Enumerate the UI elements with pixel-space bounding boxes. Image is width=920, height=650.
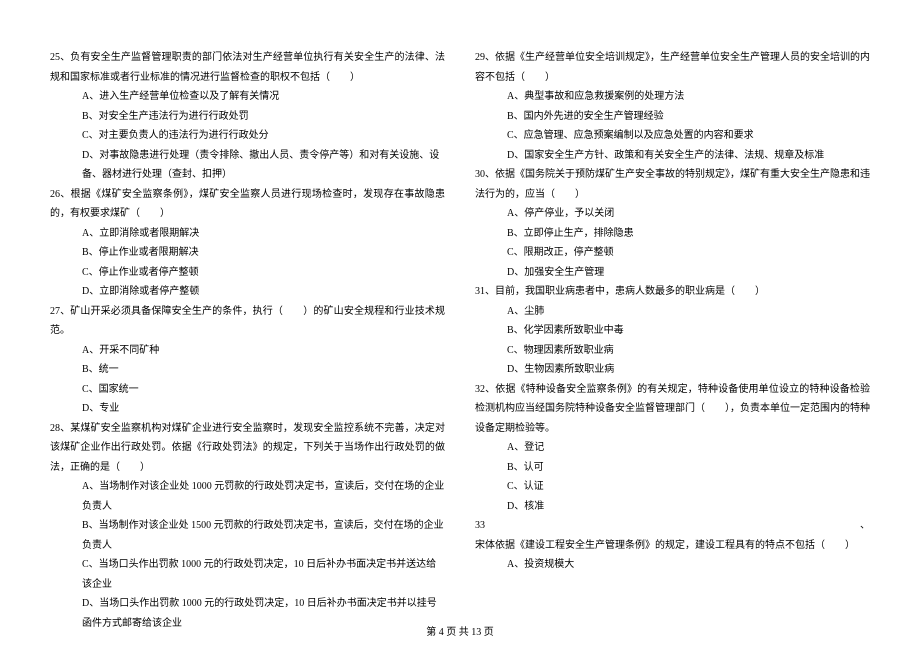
question-32: 32、依据《特种设备安全监察条例》的有关规定，特种设备使用单位设立的特种设备检验… [475, 380, 870, 517]
right-column: 29、依据《生产经营单位安全培训规定》，生产经营单位安全生产管理人员的安全培训的… [475, 48, 870, 608]
question-text: 25、负有安全生产监督管理职责的部门依法对生产经营单位执行有关安全生产的法律、法… [50, 48, 445, 87]
option-a: A、开采不同矿种 [50, 341, 445, 361]
option-b: B、国内外先进的安全生产管理经验 [475, 107, 870, 127]
question-text: 32、依据《特种设备安全监察条例》的有关规定，特种设备使用单位设立的特种设备检验… [475, 380, 870, 439]
question-num: 25、 [50, 52, 70, 63]
question-31: 31、目前，我国职业病患者中，患病人数最多的职业病是（ ） A、尘肺 B、化学因… [475, 282, 870, 380]
question-body: 根据《煤矿安全监察条例》，煤矿安全监察人员进行现场检查时，发现存在事故隐患的，有… [50, 189, 445, 220]
option-c: C、国家统一 [50, 380, 445, 400]
question-num: 33、 [475, 520, 870, 531]
question-28: 28、某煤矿安全监察机构对煤矿企业进行安全监察时，发现安全监控系统不完善，决定对… [50, 419, 445, 634]
question-body: 依据《国务院关于预防煤矿生产安全事故的特别规定》，煤矿有重大安全生产隐患和违法行… [475, 169, 870, 200]
question-num: 30、 [475, 169, 495, 180]
question-body: 某煤矿安全监察机构对煤矿企业进行安全监察时，发现安全监控系统不完善，决定对该煤矿… [50, 423, 445, 473]
option-a: A、投资规模大 [475, 555, 870, 575]
question-26: 26、根据《煤矿安全监察条例》，煤矿安全监察人员进行现场检查时，发现存在事故隐患… [50, 185, 445, 302]
option-b: B、化学因素所致职业中毒 [475, 321, 870, 341]
option-d: D、生物因素所致职业病 [475, 360, 870, 380]
question-text: 26、根据《煤矿安全监察条例》，煤矿安全监察人员进行现场检查时，发现存在事故隐患… [50, 185, 445, 224]
option-a: A、停产停业，予以关闭 [475, 204, 870, 224]
option-c: C、限期改正，停产整顿 [475, 243, 870, 263]
option-d: D、专业 [50, 399, 445, 419]
question-text: 28、某煤矿安全监察机构对煤矿企业进行安全监察时，发现安全监控系统不完善，决定对… [50, 419, 445, 478]
question-25: 25、负有安全生产监督管理职责的部门依法对生产经营单位执行有关安全生产的法律、法… [50, 48, 445, 185]
question-text: 27、矿山开采必须具备保障安全生产的条件，执行（ ）的矿山安全规程和行业技术规范… [50, 302, 445, 341]
option-d: D、加强安全生产管理 [475, 263, 870, 283]
option-b: B、统一 [50, 360, 445, 380]
option-d: D、核准 [475, 497, 870, 517]
question-27: 27、矿山开采必须具备保障安全生产的条件，执行（ ）的矿山安全规程和行业技术规范… [50, 302, 445, 419]
question-body: 负有安全生产监督管理职责的部门依法对生产经营单位执行有关安全生产的法律、法规和国… [50, 52, 445, 83]
option-a: A、尘肺 [475, 302, 870, 322]
question-body: 依据《特种设备安全监察条例》的有关规定，特种设备使用单位设立的特种设备检验检测机… [475, 384, 870, 434]
option-b: B、当场制作对该企业处 1500 元罚款的行政处罚决定书，宣读后，交付在场的企业… [50, 516, 445, 555]
question-text: 29、依据《生产经营单位安全培训规定》，生产经营单位安全生产管理人员的安全培训的… [475, 48, 870, 87]
question-num: 28、 [50, 423, 70, 434]
option-b: B、认可 [475, 458, 870, 478]
option-c: C、对主要负责人的违法行为进行行政处分 [50, 126, 445, 146]
option-a: A、立即消除或者限期解决 [50, 224, 445, 244]
option-c: C、物理因素所致职业病 [475, 341, 870, 361]
option-c: C、认证 [475, 477, 870, 497]
option-a: A、进入生产经营单位检查以及了解有关情况 [50, 87, 445, 107]
option-b: B、对安全生产违法行为进行行政处罚 [50, 107, 445, 127]
question-num: 29、 [475, 52, 495, 63]
question-text: 30、依据《国务院关于预防煤矿生产安全事故的特别规定》，煤矿有重大安全生产隐患和… [475, 165, 870, 204]
question-text: 33、宋体依据《建设工程安全生产管理条例》的规定，建设工程具有的特点不包括（ ） [475, 516, 870, 555]
question-body: 依据《生产经营单位安全培训规定》，生产经营单位安全生产管理人员的安全培训的内容不… [475, 52, 870, 83]
page-footer: 第 4 页 共 13 页 [0, 623, 920, 638]
question-body: 矿山开采必须具备保障安全生产的条件，执行（ ）的矿山安全规程和行业技术规范。 [50, 306, 445, 337]
question-num: 32、 [475, 384, 495, 395]
option-b: B、停止作业或者限期解决 [50, 243, 445, 263]
option-d: D、立即消除或者停产整顿 [50, 282, 445, 302]
question-body: 宋体依据《建设工程安全生产管理条例》的规定，建设工程具有的特点不包括（ ） [475, 540, 855, 551]
option-c: C、应急管理、应急预案编制以及应急处置的内容和要求 [475, 126, 870, 146]
question-text: 31、目前，我国职业病患者中，患病人数最多的职业病是（ ） [475, 282, 870, 302]
question-33: 33、宋体依据《建设工程安全生产管理条例》的规定，建设工程具有的特点不包括（ ）… [475, 516, 870, 575]
page-content: 25、负有安全生产监督管理职责的部门依法对生产经营单位执行有关安全生产的法律、法… [50, 48, 870, 608]
option-d: D、对事故隐患进行处理（责令排除、撤出人员、责令停产等）和对有关设施、设备、器材… [50, 146, 445, 185]
question-30: 30、依据《国务院关于预防煤矿生产安全事故的特别规定》，煤矿有重大安全生产隐患和… [475, 165, 870, 282]
left-column: 25、负有安全生产监督管理职责的部门依法对生产经营单位执行有关安全生产的法律、法… [50, 48, 445, 608]
option-c: C、当场口头作出罚款 1000 元的行政处罚决定，10 日后补办书面决定书并送达… [50, 555, 445, 594]
question-num: 31、 [475, 286, 495, 297]
option-a: A、登记 [475, 438, 870, 458]
option-c: C、停止作业或者停产整顿 [50, 263, 445, 283]
question-num: 27、 [50, 306, 70, 317]
option-a: A、典型事故和应急救援案例的处理方法 [475, 87, 870, 107]
question-29: 29、依据《生产经营单位安全培训规定》，生产经营单位安全生产管理人员的安全培训的… [475, 48, 870, 165]
question-num: 26、 [50, 189, 71, 200]
option-b: B、立即停止生产，排除隐患 [475, 224, 870, 244]
question-body: 目前，我国职业病患者中，患病人数最多的职业病是（ ） [495, 286, 765, 297]
option-d: D、国家安全生产方针、政策和有关安全生产的法律、法规、规章及标准 [475, 146, 870, 166]
option-a: A、当场制作对该企业处 1000 元罚款的行政处罚决定书，宣读后，交付在场的企业… [50, 477, 445, 516]
